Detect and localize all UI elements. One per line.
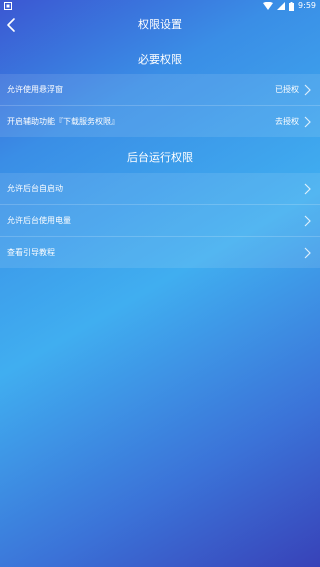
section-title-background: 后台运行权限 [127,151,193,164]
row-label: 允许使用悬浮窗 [7,85,63,94]
section-title-required: 必要权限 [138,53,182,66]
page-title: 权限设置 [138,18,182,31]
row-status: 已授权 [275,85,299,94]
chevron-right-icon [304,247,311,259]
row-accessibility[interactable]: 开启辅助功能『下载服务权限』 去授权 [0,106,320,137]
row-battery-usage[interactable]: 允许后台使用电量 [0,205,320,237]
row-label: 开启辅助功能『下载服务权限』 [7,117,119,126]
row-floating-window[interactable]: 允许使用悬浮窗 已授权 [0,74,320,106]
background-permissions-group: 允许后台自启动 允许后台使用电量 查看引导教程 [0,173,320,268]
chevron-right-icon [304,183,311,195]
row-autostart[interactable]: 允许后台自启动 [0,173,320,205]
wifi-icon [263,2,274,10]
battery-icon [289,1,295,11]
chevron-right-icon [304,116,311,128]
row-label: 查看引导教程 [7,248,55,257]
chevron-right-icon [304,84,311,96]
row-label: 允许后台自启动 [7,184,63,193]
row-label: 允许后台使用电量 [7,216,71,225]
signal-icon [277,2,286,10]
chevron-right-icon [304,215,311,227]
status-time: 9:59 [298,1,316,10]
required-permissions-group: 允许使用悬浮窗 已授权 开启辅助功能『下载服务权限』 去授权 [0,74,320,137]
status-bar: 9:59 [0,0,320,12]
app-header: 权限设置 [0,12,320,38]
row-guide-tutorial[interactable]: 查看引导教程 [0,237,320,268]
android-icon [4,2,12,10]
row-status: 去授权 [275,117,299,126]
